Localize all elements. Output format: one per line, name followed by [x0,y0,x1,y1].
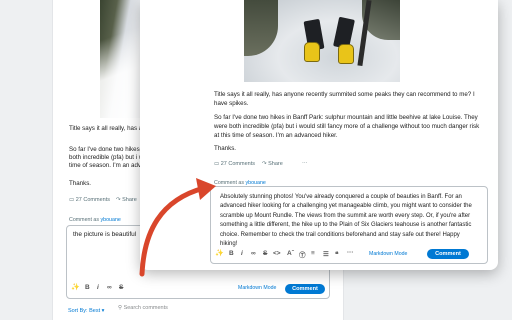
background-comment-submit-button[interactable]: Comment [285,284,325,294]
link-icon[interactable]: ∞ [251,250,256,257]
background-editor-toolbar: ✨ B i ∞ S Markdown Mode [71,283,321,293]
comment-icon: ▭ [214,161,220,167]
foreground-comment-editor[interactable]: Absolutely stunning photos! You've alrea… [210,186,488,264]
background-comments-button[interactable]: ▭ 27 Comments [69,197,110,203]
numbered-list-icon[interactable]: ☰ [323,250,329,258]
background-markdown-mode-button[interactable]: Markdown Mode [238,285,276,291]
comment-search-input[interactable]: Search comments [124,305,168,311]
hiker-boot-left [304,42,320,62]
link-icon[interactable]: ∞ [107,284,112,291]
foreground-paragraph-1: Title says it all really, has anyone rec… [214,91,475,107]
italic-icon[interactable]: i [97,284,99,291]
search-icon: ⚲ [118,305,123,311]
foreground-comments-button[interactable]: ▭ 27 Comments [214,161,255,167]
share-icon: ↷ [262,161,267,167]
foreground-more-options-button[interactable]: ··· [302,160,308,166]
bulleted-list-icon[interactable]: ≡ [311,250,315,257]
background-paragraph-1: Title says it all really, has an [69,125,146,132]
background-paragraph-3: Thanks. [69,180,92,187]
comment-search-box[interactable]: ⚲ Search comments [118,305,318,317]
bold-icon[interactable]: B [85,284,90,291]
hiker-boot-right [338,44,354,64]
code-icon[interactable]: <> [273,250,281,257]
foreground-comment-submit-button[interactable]: Comment [427,249,469,259]
heading-icon[interactable]: Ⓣ [299,249,306,259]
more-options-icon[interactable]: ··· [347,249,354,256]
superscript-icon[interactable]: Aˆ [287,250,294,257]
sort-by-dropdown[interactable]: Sort By: Best ▾ [68,308,104,314]
foreground-share-button[interactable]: ↷ Share [262,161,283,167]
italic-icon[interactable]: i [241,250,243,257]
strikethrough-icon[interactable]: S [263,250,267,257]
foreground-markdown-mode-button[interactable]: Markdown Mode [369,251,407,257]
strikethrough-icon[interactable]: S [119,284,123,291]
curved-arrow-icon [139,178,216,277]
quote-icon[interactable]: ❝ [335,250,339,258]
background-comment-as: Comment as ybouane [69,217,121,223]
foreground-comment-input[interactable]: Absolutely stunning photos! You've alrea… [220,193,476,249]
foreground-paragraph-3: Thanks. [214,145,237,152]
background-username-link[interactable]: ybouane [101,217,121,223]
comment-icon: ▭ [69,197,75,203]
foreground-post-photo [244,0,400,82]
magic-wand-icon[interactable]: ✨ [71,283,80,291]
chevron-down-icon: ▾ [101,308,105,314]
foreground-paragraph-2: So far I've done two hikes in Banff Park… [214,114,480,139]
